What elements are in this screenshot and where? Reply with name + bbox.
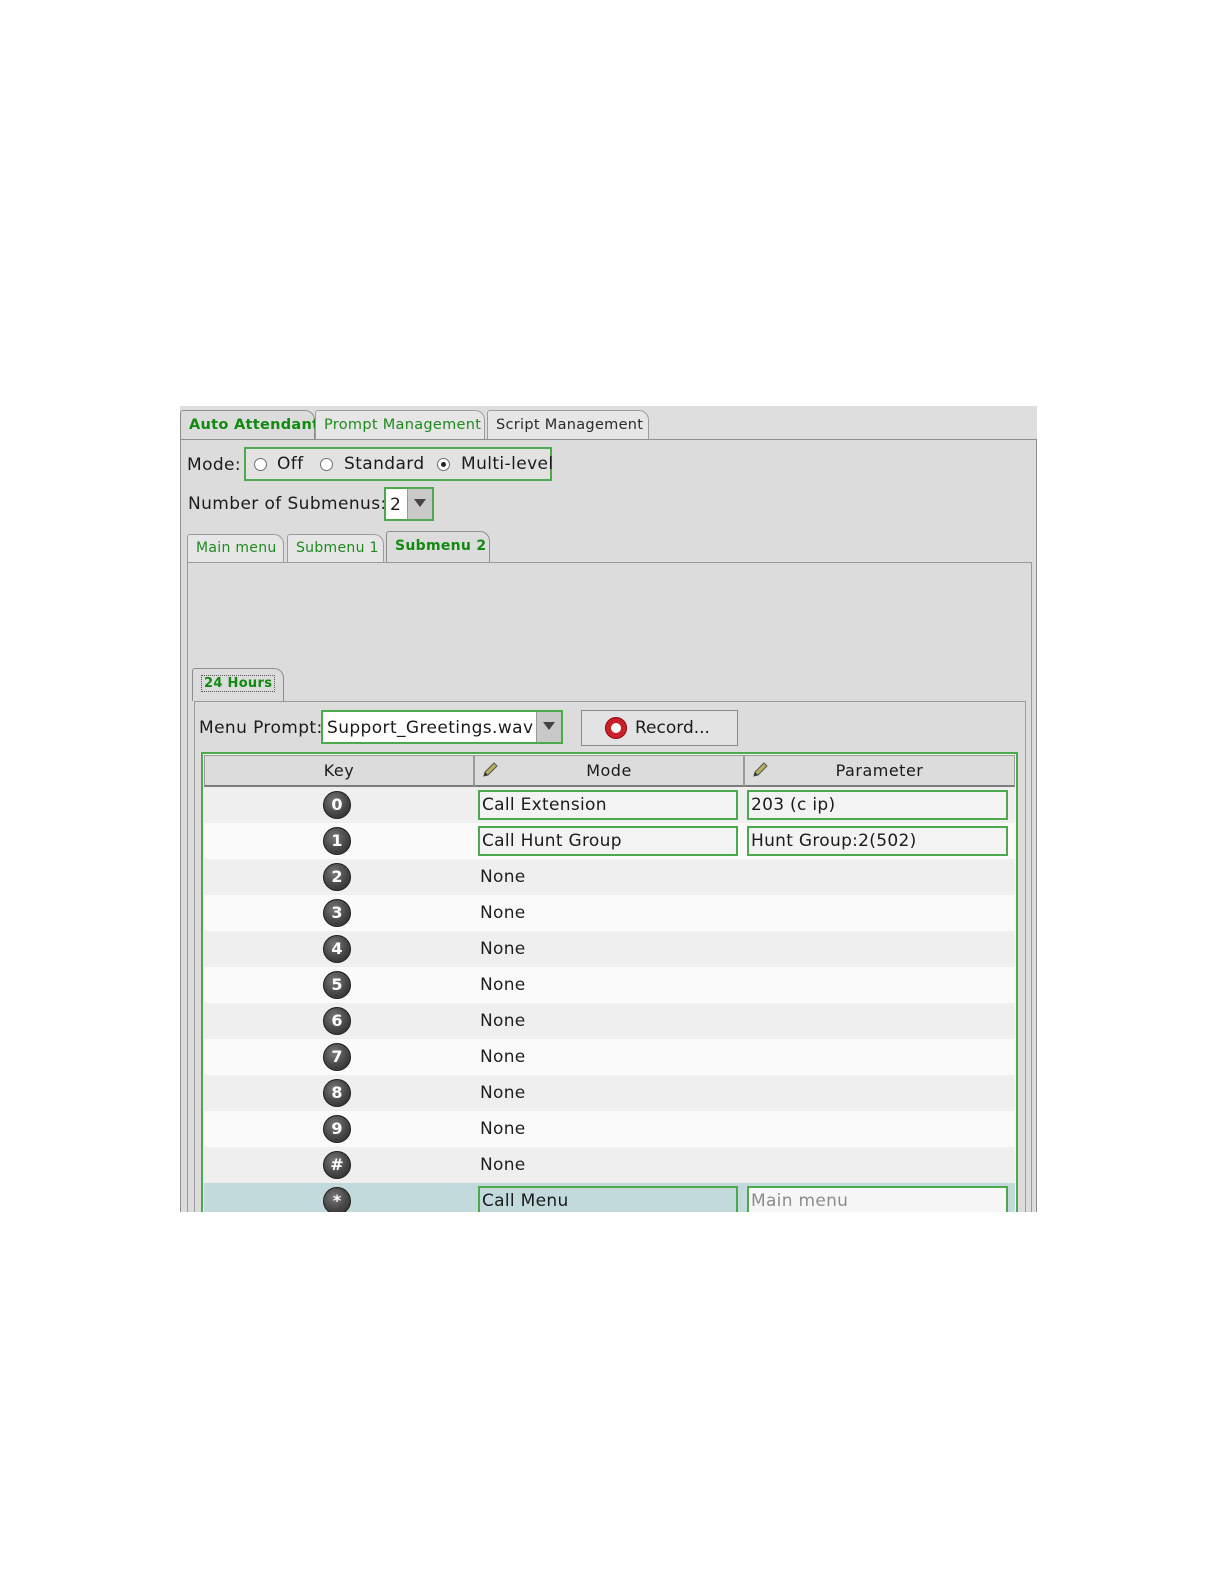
auto-attendant-window: Auto Attendant Prompt Management Script … (180, 406, 1037, 1212)
tab-label: Auto Attendant (189, 417, 320, 433)
submenus-label: Number of Submenus: (188, 494, 387, 514)
tab-24-hours[interactable]: 24 Hours (192, 668, 284, 701)
tab-label: Submenu 2 (395, 538, 487, 554)
schedule-panel: Menu Prompt: Support_Greetings.wav Recor… (194, 701, 1026, 1212)
menu-prompt-label: Menu Prompt: (199, 718, 323, 738)
keypad-key-icon: 8 (323, 1079, 351, 1107)
top-tab-strip: Auto Attendant Prompt Management Script … (180, 406, 1037, 442)
mode-field[interactable]: Call Extension (478, 790, 738, 820)
table-row[interactable]: 1 Call Hunt Group Hunt Group:2(502) (204, 823, 1015, 859)
record-button-label: Record... (635, 718, 710, 738)
table-row[interactable]: 7 None (204, 1039, 1015, 1075)
tab-main-menu[interactable]: Main menu (187, 534, 284, 562)
keypad-key-icon: 0 (323, 791, 351, 819)
table-row[interactable]: 8 None (204, 1075, 1015, 1111)
keypad-key-icon: # (323, 1151, 351, 1179)
record-icon (605, 717, 627, 739)
keypad-key-icon: 1 (323, 827, 351, 855)
tab-label: Main menu (196, 540, 277, 556)
mode-field[interactable]: Call Hunt Group (478, 826, 738, 856)
record-button[interactable]: Record... (581, 710, 738, 746)
parameter-field[interactable]: Main menu (747, 1186, 1008, 1212)
mode-multi-level-label[interactable]: Multi-level (461, 454, 554, 474)
key-mapping-table: Key Mode Parameter 0 Call Extension 203 … (201, 752, 1018, 1212)
tab-label: Script Management (496, 417, 644, 433)
keypad-key-icon: * (323, 1187, 351, 1212)
keypad-key-icon: 3 (323, 899, 351, 927)
parameter-field[interactable]: Hunt Group:2(502) (747, 826, 1008, 856)
parameter-field[interactable]: 203 (c ip) (747, 790, 1008, 820)
keypad-key-icon: 2 (323, 863, 351, 891)
submenus-value: 2 (390, 495, 402, 515)
mode-off-label[interactable]: Off (277, 454, 304, 474)
auto-attendant-panel: Mode: Off Standard Multi-level Number of… (180, 439, 1037, 1212)
column-header-key[interactable]: Key (204, 755, 474, 787)
mode-value[interactable]: None (480, 1083, 526, 1103)
chevron-down-icon[interactable] (536, 712, 561, 742)
header-label: Key (323, 761, 355, 780)
mode-value[interactable]: None (480, 867, 526, 887)
mode-value[interactable]: None (480, 939, 526, 959)
tab-auto-attendant[interactable]: Auto Attendant (180, 410, 319, 442)
table-row[interactable]: 0 Call Extension 203 (c ip) (204, 787, 1015, 823)
tab-label: Prompt Management (324, 417, 482, 433)
mode-value[interactable]: None (480, 1047, 526, 1067)
submenus-select[interactable]: 2 (384, 487, 434, 521)
table-row[interactable]: 3 None (204, 895, 1015, 931)
table-row[interactable]: 9 None (204, 1111, 1015, 1147)
chevron-down-icon[interactable] (407, 489, 432, 519)
keypad-key-icon: 4 (323, 935, 351, 963)
tab-label: 24 Hours (201, 675, 276, 692)
keypad-key-icon: 9 (323, 1115, 351, 1143)
column-header-parameter[interactable]: Parameter (744, 755, 1015, 787)
table-row[interactable]: * Call Menu Main menu (204, 1183, 1015, 1212)
mode-value[interactable]: None (480, 1011, 526, 1031)
pencil-icon (753, 762, 768, 777)
mode-value[interactable]: None (480, 975, 526, 995)
header-label: Parameter (835, 761, 924, 780)
table-row[interactable]: 2 None (204, 859, 1015, 895)
keypad-key-icon: 7 (323, 1043, 351, 1071)
table-row[interactable]: 5 None (204, 967, 1015, 1003)
pencil-icon (483, 762, 498, 777)
menu-prompt-select[interactable]: Support_Greetings.wav (321, 710, 563, 744)
keypad-key-icon: 6 (323, 1007, 351, 1035)
submenu-2-panel: 24 Hours Menu Prompt: Support_Greetings.… (187, 562, 1032, 1212)
mode-value[interactable]: None (480, 903, 526, 923)
mode-off-radio[interactable] (254, 458, 267, 471)
mode-radio-group: Off Standard Multi-level (244, 447, 554, 481)
tab-prompt-management[interactable]: Prompt Management (315, 410, 485, 440)
tab-submenu-2[interactable]: Submenu 2 (386, 531, 490, 562)
tab-submenu-1[interactable]: Submenu 1 (287, 534, 384, 562)
mode-label: Mode: (187, 455, 242, 475)
mode-standard-label[interactable]: Standard (344, 454, 425, 474)
column-header-mode[interactable]: Mode (474, 755, 744, 787)
keypad-key-icon: 5 (323, 971, 351, 999)
mode-value[interactable]: None (480, 1155, 526, 1175)
table-header: Key Mode Parameter (204, 755, 1015, 787)
table-row[interactable]: 6 None (204, 1003, 1015, 1039)
tab-script-management[interactable]: Script Management (487, 410, 649, 440)
mode-multi-level-radio[interactable] (437, 458, 450, 471)
tab-label: Submenu 1 (296, 540, 379, 556)
table-row[interactable]: # None (204, 1147, 1015, 1183)
mode-value[interactable]: None (480, 1119, 526, 1139)
mode-standard-radio[interactable] (320, 458, 333, 471)
menu-prompt-value: Support_Greetings.wav (327, 718, 534, 738)
mode-field[interactable]: Call Menu (478, 1186, 738, 1212)
table-row[interactable]: 4 None (204, 931, 1015, 967)
header-label: Mode (586, 761, 632, 780)
